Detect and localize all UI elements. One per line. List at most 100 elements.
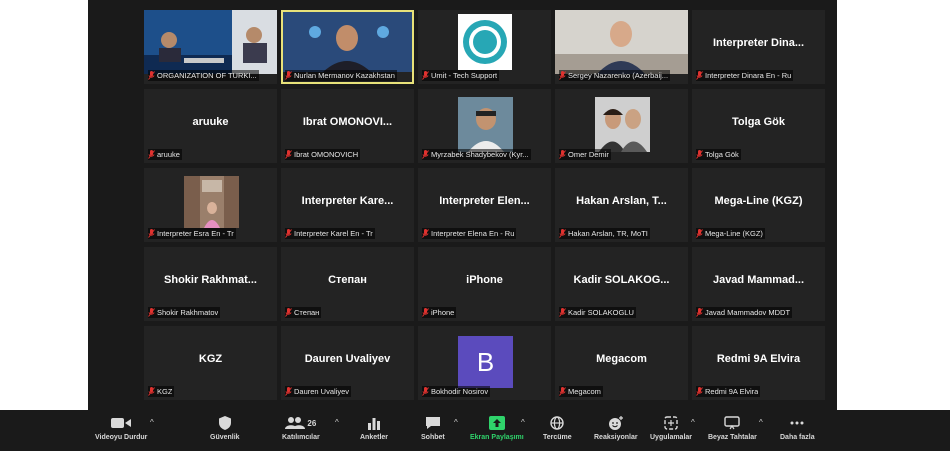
whiteboard-label: Beyaz Tahtalar bbox=[708, 434, 757, 441]
participant-name-label: Tolga Gök bbox=[696, 149, 741, 160]
muted-microphone-icon bbox=[696, 150, 703, 159]
participant-name-label: Shokir Rakhmatov bbox=[148, 307, 221, 318]
polls-button[interactable]: Anketler bbox=[360, 416, 388, 441]
zoom-window: ORGANIZATION OF TURKI... Nurlan Mermanov … bbox=[0, 0, 950, 451]
participant-tile[interactable]: Interpreter Dina... Interpreter Dinara En… bbox=[692, 10, 825, 84]
muted-microphone-icon bbox=[559, 150, 566, 159]
whiteboard-icon bbox=[724, 416, 741, 430]
whiteboard-button[interactable]: Beyaz Tahtalar bbox=[708, 416, 757, 441]
participant-name-label: Interpreter Dinara En - Ru bbox=[696, 70, 794, 81]
participant-display-name: aruuke bbox=[192, 116, 229, 128]
stop-video-button[interactable]: Videoyu Durdur bbox=[95, 416, 147, 441]
meeting-toolbar: Videoyu Durdur ^ Güvenlik 26 Katılımcıla… bbox=[0, 410, 950, 451]
participant-name-label: iPhone bbox=[422, 307, 457, 318]
participants-button[interactable]: 26 Katılımcılar bbox=[282, 416, 320, 441]
chat-button[interactable]: Sohbet bbox=[421, 416, 445, 441]
participant-video bbox=[418, 10, 551, 74]
participant-tile[interactable]: B Bokhodir Nosirov bbox=[418, 326, 551, 400]
participant-tile[interactable]: Megacom Megacom bbox=[555, 326, 688, 400]
whiteboard-options-caret[interactable]: ^ bbox=[759, 418, 763, 427]
muted-microphone-icon bbox=[559, 71, 566, 80]
share-options-caret[interactable]: ^ bbox=[521, 418, 525, 427]
apps-options-caret[interactable]: ^ bbox=[691, 418, 695, 427]
participant-display-name: Interpreter Kare... bbox=[301, 195, 394, 207]
participant-tile[interactable]: Omer Demir bbox=[555, 89, 688, 163]
participant-tile[interactable]: KGZ KGZ bbox=[144, 326, 277, 400]
stop-video-label: Videoyu Durdur bbox=[95, 434, 148, 441]
participants-label: Katılımcılar bbox=[282, 434, 320, 441]
participant-name-label: Interpreter Karel En - Tr bbox=[285, 228, 375, 239]
participant-name: Shokir Rakhmatov bbox=[157, 308, 219, 317]
participant-display-name: Степан bbox=[328, 274, 367, 286]
participant-name-label: Mega-Line (KGZ) bbox=[696, 228, 765, 239]
participant-tile[interactable]: Kadir SOLAKOG... Kadir SOLAKOGLU bbox=[555, 247, 688, 321]
participant-name: Interpreter Karel En - Tr bbox=[294, 229, 373, 238]
participant-tile[interactable]: ORGANIZATION OF TURKI... bbox=[144, 10, 277, 84]
participant-tile[interactable]: Javad Mammad... Javad Mammadov MDDT bbox=[692, 247, 825, 321]
participant-tile[interactable]: Myrzabek Shadybekov (Kyr... bbox=[418, 89, 551, 163]
participant-display-name: Ibrat OMONOVI... bbox=[302, 116, 393, 128]
participant-tile[interactable]: iPhone iPhone bbox=[418, 247, 551, 321]
participant-video bbox=[184, 176, 239, 228]
reactions-button[interactable]: Reaksiyonlar bbox=[594, 416, 638, 441]
participant-name-label: Dauren Uvaliyev bbox=[285, 386, 352, 397]
muted-microphone-icon bbox=[696, 308, 703, 317]
participant-avatar: B bbox=[458, 336, 513, 388]
muted-microphone-icon bbox=[696, 229, 703, 238]
participant-name-label: aruuke bbox=[148, 149, 182, 160]
chat-options-caret[interactable]: ^ bbox=[454, 418, 458, 427]
muted-microphone-icon bbox=[285, 71, 292, 80]
muted-microphone-icon bbox=[559, 229, 566, 238]
share-screen-button[interactable]: Ekran Paylaşımı bbox=[470, 416, 524, 441]
apps-icon bbox=[664, 416, 678, 430]
translate-button[interactable]: Tercüme bbox=[543, 416, 572, 441]
more-label: Daha fazla bbox=[780, 434, 815, 441]
participant-tile[interactable]: Interpreter Esra En - Tr bbox=[144, 168, 277, 242]
reactions-label: Reaksiyonlar bbox=[594, 434, 638, 441]
participant-tile[interactable]: Dauren Uvaliyev Dauren Uvaliyev bbox=[281, 326, 414, 400]
participant-tile[interactable]: Interpreter Kare... Interpreter Karel En … bbox=[281, 168, 414, 242]
muted-microphone-icon bbox=[559, 308, 566, 317]
participant-tile[interactable]: Redmi 9A Elvira Redmi 9A Elvira bbox=[692, 326, 825, 400]
security-button[interactable]: Güvenlik bbox=[210, 416, 240, 441]
participant-display-name: Tolga Gök bbox=[732, 116, 785, 128]
more-dots-icon bbox=[790, 421, 804, 425]
participant-tile[interactable]: Степан Степан bbox=[281, 247, 414, 321]
participants-count: 26 bbox=[307, 418, 317, 428]
participant-tile[interactable]: Nurlan Mermanov Kazakhstan bbox=[281, 10, 414, 84]
muted-microphone-icon bbox=[148, 71, 155, 80]
participant-name: Redmi 9A Elvira bbox=[705, 387, 759, 396]
muted-microphone-icon bbox=[148, 308, 155, 317]
participant-tile[interactable]: Shokir Rakhmat... Shokir Rakhmatov bbox=[144, 247, 277, 321]
participant-display-name: Kadir SOLAKOG... bbox=[573, 274, 670, 286]
participant-tile[interactable]: Tolga Gök Tolga Gök bbox=[692, 89, 825, 163]
participant-name: Hakan Arslan, TR, MoTI bbox=[568, 229, 648, 238]
participant-name-label: ORGANIZATION OF TURKI... bbox=[148, 70, 259, 81]
video-camera-icon bbox=[111, 418, 132, 428]
participant-tile[interactable]: Hakan Arslan, T... Hakan Arslan, TR, MoTI bbox=[555, 168, 688, 242]
translate-label: Tercüme bbox=[543, 434, 572, 441]
participant-tile[interactable]: Ibrat OMONOVI... Ibrat OMONOVICH bbox=[281, 89, 414, 163]
participant-name-label: Javad Mammadov MDDT bbox=[696, 307, 793, 318]
participant-display-name: Shokir Rakhmat... bbox=[164, 274, 257, 286]
participant-name: Interpreter Dinara En - Ru bbox=[705, 71, 792, 80]
participant-tile[interactable]: Mega-Line (KGZ) Mega-Line (KGZ) bbox=[692, 168, 825, 242]
video-options-caret[interactable]: ^ bbox=[150, 418, 154, 427]
globe-icon bbox=[550, 416, 565, 430]
participant-tile[interactable]: Sergey Nazarenko (Azerbaij... bbox=[555, 10, 688, 84]
participant-tile[interactable]: Interpreter Elen... Interpreter Elena En … bbox=[418, 168, 551, 242]
participant-name: Umit - Tech Support bbox=[431, 71, 498, 80]
share-screen-icon bbox=[488, 416, 505, 430]
participant-tile[interactable]: aruuke aruuke bbox=[144, 89, 277, 163]
participant-display-name: Dauren Uvaliyev bbox=[304, 353, 391, 365]
participant-name-label: Umit - Tech Support bbox=[422, 70, 500, 81]
participant-name: Степан bbox=[294, 308, 320, 317]
participant-name: Javad Mammadov MDDT bbox=[705, 308, 791, 317]
more-button[interactable]: Daha fazla bbox=[780, 416, 815, 441]
participants-options-caret[interactable]: ^ bbox=[335, 418, 339, 427]
participant-tile[interactable]: Umit - Tech Support bbox=[418, 10, 551, 84]
participant-name-label: Hakan Arslan, TR, MoTI bbox=[559, 228, 650, 239]
participant-video bbox=[555, 10, 688, 74]
participant-display-name: Redmi 9A Elvira bbox=[716, 353, 801, 365]
apps-button[interactable]: Uygulamalar bbox=[650, 416, 692, 441]
